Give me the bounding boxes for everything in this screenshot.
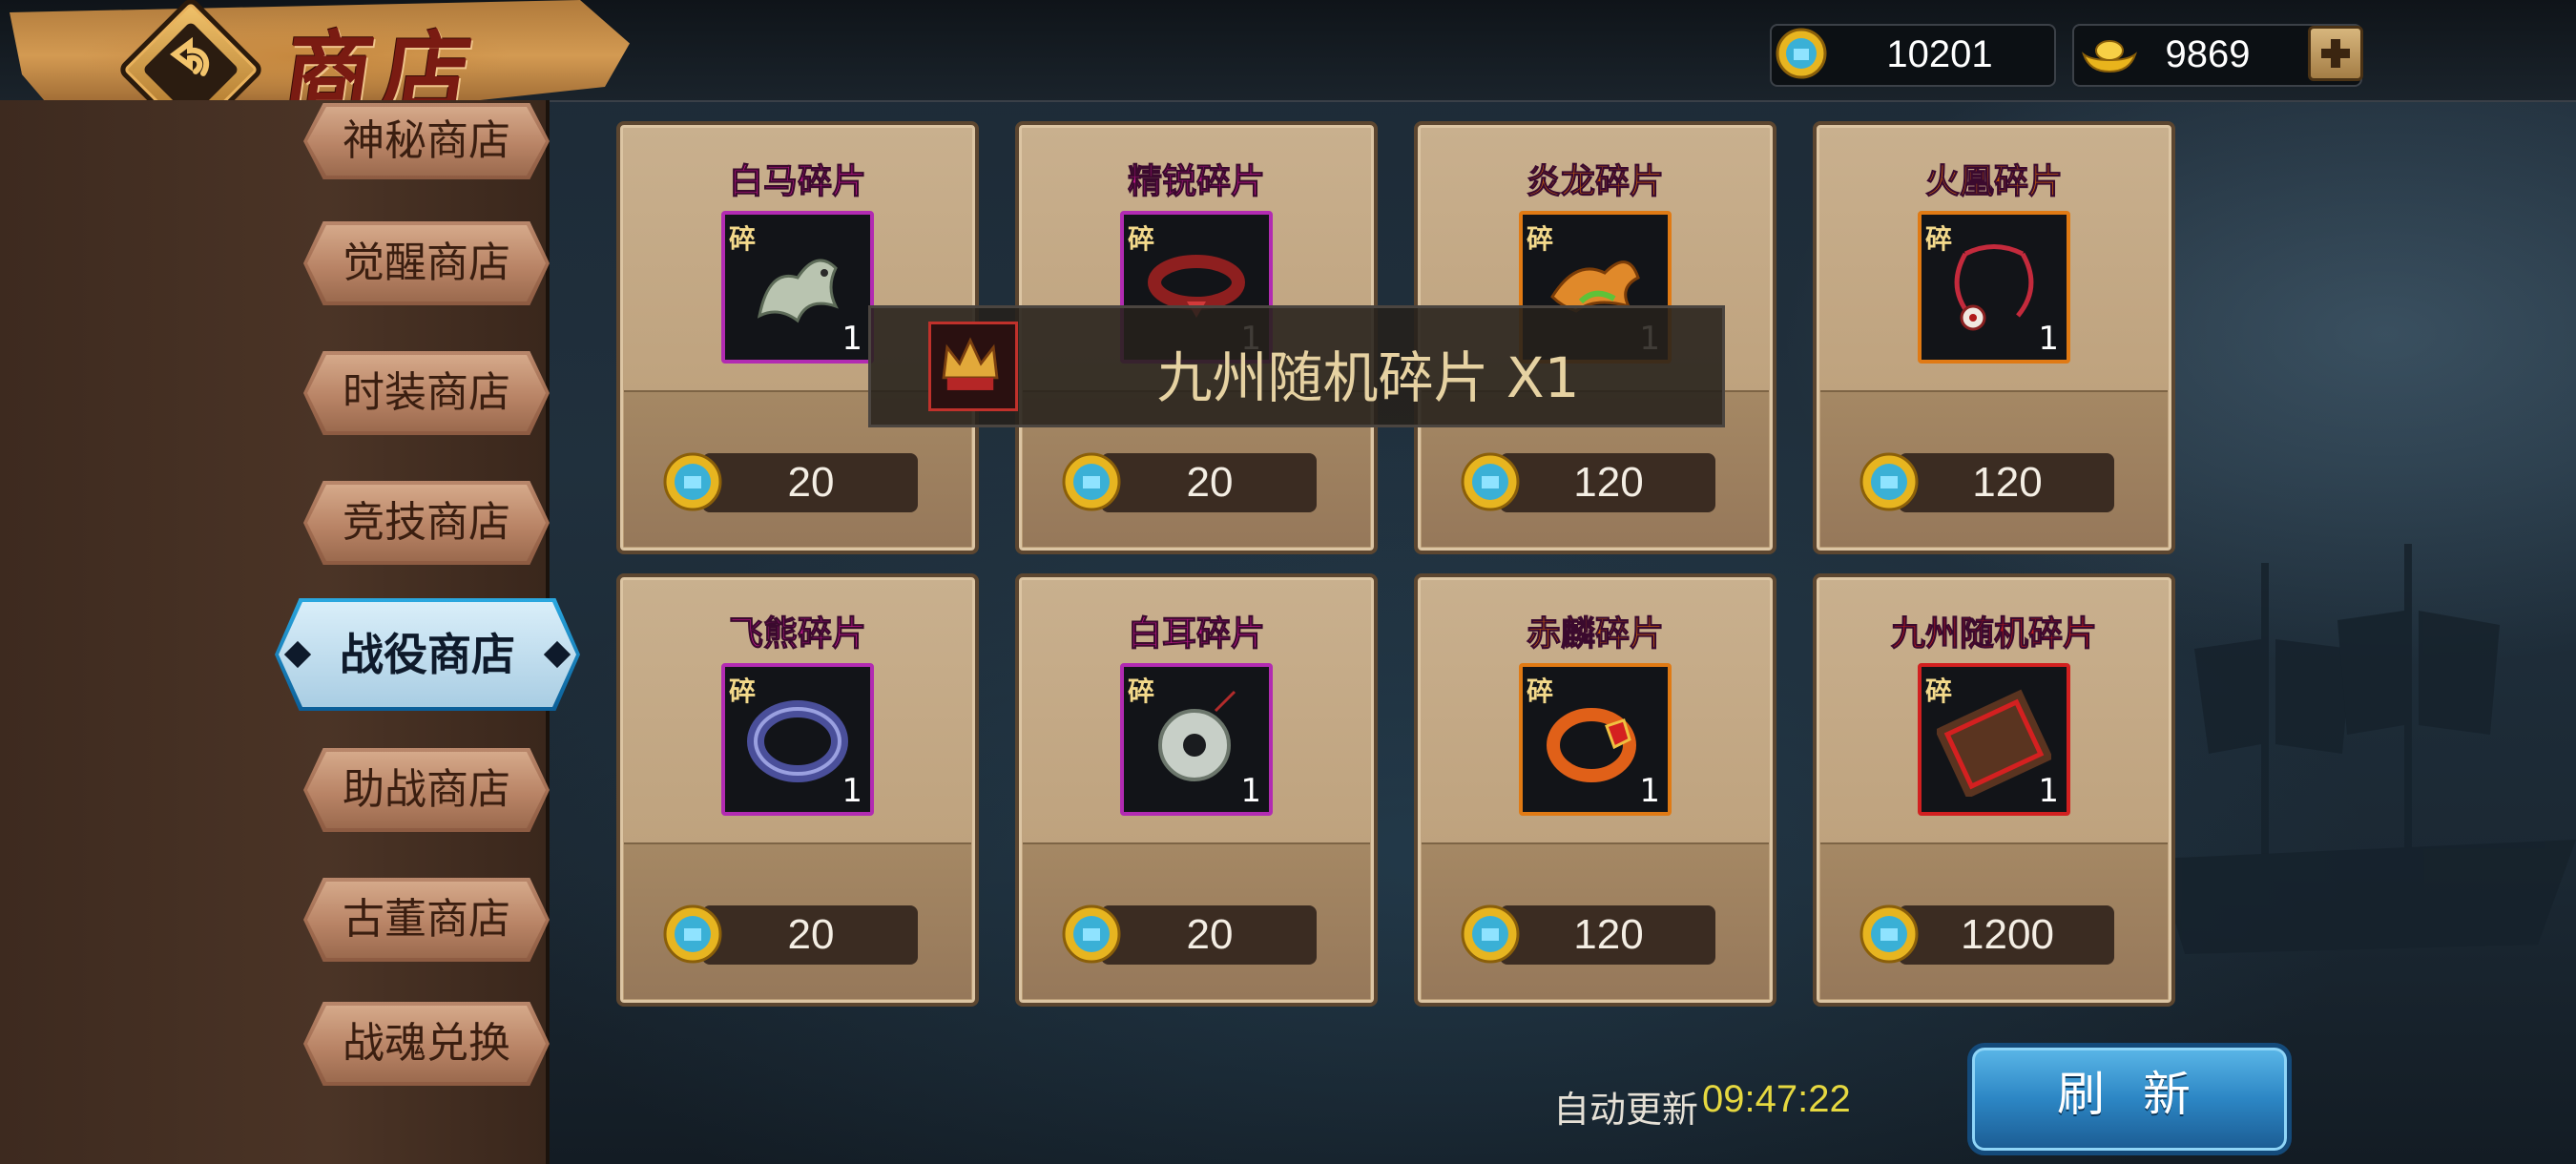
jiuzhou-random-shard-icon — [1937, 689, 2051, 797]
tab-arena-shop[interactable]: 竞技商店 — [303, 481, 550, 565]
item-price: 20 — [787, 459, 835, 506]
gold-coin-icon — [1859, 904, 1919, 964]
tab-mystery-shop[interactable]: 神秘商店 — [303, 103, 550, 179]
back-arrow-icon — [170, 36, 210, 76]
tab-fashion-shop[interactable]: 时装商店 — [303, 351, 550, 435]
item-name: 炎龙碎片 — [1526, 162, 1664, 202]
tab-soul-exchange[interactable]: 战魂兑换 — [303, 1002, 550, 1086]
tab-awaken-shop[interactable]: 觉醒商店 — [303, 221, 550, 305]
item-price: 120 — [1573, 459, 1644, 506]
tab-label: 战役商店 — [340, 629, 515, 680]
shop-item-card[interactable]: 白耳碎片 碎 1 20 — [1015, 573, 1378, 1007]
item-icon-frame: 碎 1 — [1918, 663, 2070, 816]
ingot-amount: 9869 — [2165, 33, 2251, 75]
item-price: 20 — [787, 911, 835, 958]
shard-label: 碎 — [1925, 676, 1953, 707]
shard-label: 碎 — [1527, 676, 1554, 707]
item-qty: 1 — [1240, 772, 1261, 810]
white-horse-shard-icon — [757, 259, 839, 323]
crown-shard-icon — [928, 322, 1018, 411]
shop-item-card[interactable]: 九州随机碎片 碎 1 1200 — [1813, 573, 2175, 1007]
add-currency-button[interactable] — [2308, 26, 2363, 81]
item-price: 120 — [1972, 459, 2043, 506]
refresh-button-label: 刷 新 — [2057, 1067, 2202, 1122]
coin-amount: 10201 — [1886, 33, 1993, 75]
coin-counter: 10201 — [1770, 24, 2056, 87]
tab-campaign-shop[interactable]: 战役商店 — [275, 598, 580, 711]
reward-toast: 九州随机碎片 X1 — [868, 305, 1725, 427]
shop-item-card[interactable]: 火凰碎片 碎 1 120 — [1813, 121, 2175, 554]
shop-item-card[interactable]: 飞熊碎片 碎 1 20 — [616, 573, 979, 1007]
refresh-button[interactable]: 刷 新 — [1967, 1043, 2292, 1155]
item-name: 飞熊碎片 — [728, 614, 866, 655]
fire-phoenix-shard-icon — [1954, 244, 2034, 331]
gold-coin-icon — [1776, 28, 1827, 79]
shard-label: 碎 — [729, 676, 757, 707]
item-name: 赤麟碎片 — [1526, 614, 1664, 655]
item-name: 精锐碎片 — [1127, 162, 1265, 202]
tab-label: 战魂兑换 — [343, 1019, 510, 1068]
shard-label: 碎 — [1527, 223, 1554, 255]
tab-label: 古董商店 — [343, 895, 510, 944]
item-qty: 1 — [1639, 772, 1660, 810]
shop-item-card[interactable]: 赤麟碎片 碎 1 120 — [1414, 573, 1776, 1007]
item-qty: 1 — [841, 320, 862, 358]
tab-label: 神秘商店 — [343, 116, 510, 165]
toast-message: 九州随机碎片 X1 — [1156, 345, 1580, 410]
gold-coin-icon — [663, 452, 722, 511]
item-icon-frame: 碎 1 — [1120, 663, 1273, 816]
item-name: 白耳碎片 — [1127, 614, 1265, 655]
gold-coin-icon — [663, 904, 722, 964]
gold-coin-icon — [1062, 452, 1121, 511]
white-ear-pendant-icon — [1158, 690, 1236, 781]
auto-refresh-timer: 09:47:22 — [1702, 1078, 1851, 1120]
flying-bear-ring-icon — [747, 700, 848, 782]
gold-coin-icon — [1859, 452, 1919, 511]
item-icon-frame: 碎 1 — [721, 211, 874, 364]
tab-assist-shop[interactable]: 助战商店 — [303, 748, 550, 832]
item-price: 1200 — [1961, 911, 2054, 958]
item-name: 火凰碎片 — [1924, 162, 2063, 202]
tab-antique-shop[interactable]: 古董商店 — [303, 878, 550, 962]
gold-coin-icon — [1461, 452, 1520, 511]
ship-silhouette — [2156, 544, 2576, 954]
gold-coin-icon — [1461, 904, 1520, 964]
item-name: 九州随机碎片 — [1890, 614, 2097, 655]
item-price: 20 — [1186, 911, 1234, 958]
auto-refresh-label: 自动更新 — [1553, 1089, 1699, 1131]
item-price: 120 — [1573, 911, 1644, 958]
item-icon-frame: 碎 1 — [1519, 663, 1672, 816]
tab-label: 助战商店 — [343, 765, 510, 814]
item-name: 白马碎片 — [728, 162, 866, 202]
item-qty: 1 — [841, 772, 862, 810]
item-icon-frame: 碎 1 — [721, 663, 874, 816]
shard-label: 碎 — [1925, 223, 1953, 255]
red-qilin-ring-icon — [1547, 708, 1636, 782]
tab-label: 竞技商店 — [343, 498, 510, 547]
tab-label: 时装商店 — [343, 368, 510, 417]
shard-label: 碎 — [1128, 676, 1155, 707]
item-price: 20 — [1186, 459, 1234, 506]
item-qty: 1 — [2038, 320, 2059, 358]
tab-label: 觉醒商店 — [343, 239, 510, 287]
crown-icon — [942, 337, 999, 390]
gold-coin-icon — [1062, 904, 1121, 964]
item-qty: 1 — [2038, 772, 2059, 810]
shard-label: 碎 — [1128, 223, 1155, 255]
item-icon-frame: 碎 1 — [1918, 211, 2070, 364]
shard-label: 碎 — [729, 223, 757, 255]
